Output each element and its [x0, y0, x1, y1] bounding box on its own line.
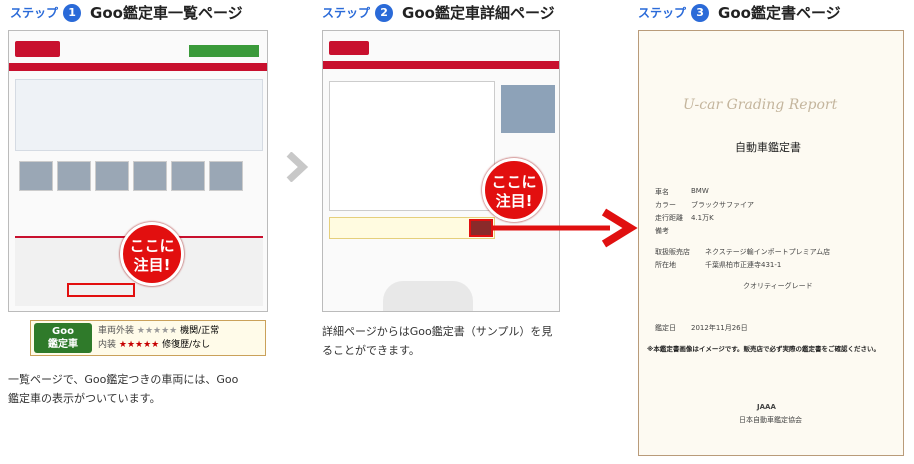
report-address-label: 所在地: [655, 261, 676, 269]
engine-status: 機関/正常: [180, 326, 220, 336]
step-title: Goo鑑定車一覧ページ: [90, 4, 243, 22]
logo-bottom: 鑑定車: [48, 339, 78, 350]
report-date-label: 鑑定日: [655, 324, 676, 332]
report-shop-label: 取扱販売店: [655, 248, 690, 256]
step-3-header: ステップ 3 Goo鑑定書ページ: [638, 2, 841, 23]
exterior-label: 車両外装: [98, 326, 135, 336]
nav-bar: [9, 63, 267, 71]
goo-logo: Goo 鑑定車: [34, 323, 92, 353]
step-number: 2: [375, 3, 394, 22]
attention-callout: ここに 注目!: [120, 222, 184, 286]
report-notice: ※本鑑定書画像はイメージです。販売店で必ず実際の鑑定書をご確認ください。: [647, 345, 881, 353]
report-shop-value: ネクステージ輸インポートプレミアム店: [705, 248, 831, 256]
step-2-description: 詳細ページからはGoo鑑定書（サンプル）を見 ることができます。: [322, 325, 553, 357]
step-label: ステップ: [638, 6, 687, 20]
step-label: ステップ: [10, 6, 59, 20]
car-photo: [501, 85, 555, 133]
appraisal-link-highlight: [469, 219, 493, 237]
report-mileage-value: 4.1万K: [691, 214, 714, 222]
report-color-value: ブラックサファイア: [691, 201, 754, 209]
site-header: [15, 41, 60, 57]
step-title: Goo鑑定車詳細ページ: [402, 4, 555, 22]
report-org-jp: 日本自動車鑑定協会: [739, 416, 802, 424]
interior-label: 内装: [98, 340, 117, 350]
car-info-panel: [329, 81, 495, 211]
callout-line1: ここに: [491, 173, 537, 191]
report-org-en: JAAA: [757, 403, 776, 411]
report-name-label: 車名: [655, 188, 669, 196]
report-jp-title: 自動車鑑定書: [735, 141, 801, 154]
report-mileage-label: 走行距離: [655, 214, 683, 222]
step-title: Goo鑑定書ページ: [718, 4, 841, 22]
report-note-label: 備考: [655, 227, 669, 235]
step-label: ステップ: [322, 6, 371, 20]
interior-stars: ★★★★★: [118, 340, 160, 350]
step-1-header: ステップ 1 Goo鑑定車一覧ページ: [10, 2, 243, 23]
goo-appraisal-badge: Goo 鑑定車 車両外装 ★★★★★ 機関/正常 内装 ★★★★★ 修復歴/なし: [30, 320, 266, 356]
header-buttons: [189, 45, 259, 57]
car-thumbnails: [19, 161, 243, 191]
repair-history: 修復歴/なし: [162, 340, 211, 350]
report-en-title: U-car Grading Report: [683, 97, 838, 113]
logo-top: Goo: [52, 326, 74, 337]
appraisal-report-sample: U-car Grading Report 自動車鑑定書 車名 BMW カラー ブ…: [638, 30, 904, 456]
nav-bar: [323, 61, 559, 69]
report-name-value: BMW: [691, 187, 709, 195]
step-2-header: ステップ 2 Goo鑑定車詳細ページ: [322, 2, 555, 23]
report-date-value: 2012年11月26日: [691, 324, 748, 332]
site-header: [329, 41, 369, 55]
step-number: 1: [63, 3, 82, 22]
step-number: 3: [691, 3, 710, 22]
report-address-value: 千葉県柏市正連寺431-1: [705, 261, 782, 269]
callout-line1: ここに: [129, 237, 175, 255]
goo-badge-highlight: [67, 283, 135, 297]
step-1-description: 一覧ページで、Goo鑑定つきの車両には、Goo 鑑定車の表示がついています。: [8, 373, 239, 405]
badge-ratings: 車両外装 ★★★★★ 機関/正常 内装 ★★★★★ 修復歴/なし: [98, 324, 219, 352]
exterior-stars: ★★★★★: [136, 326, 178, 336]
car-image-bottom: [383, 281, 473, 311]
report-color-label: カラー: [655, 201, 676, 209]
red-arrow-icon: [492, 208, 638, 248]
callout-line2: 注目!: [133, 256, 171, 274]
search-panel: [15, 79, 263, 151]
report-quality-title: クオリティーグレード: [743, 282, 813, 290]
chevron-right-icon: [286, 152, 309, 182]
